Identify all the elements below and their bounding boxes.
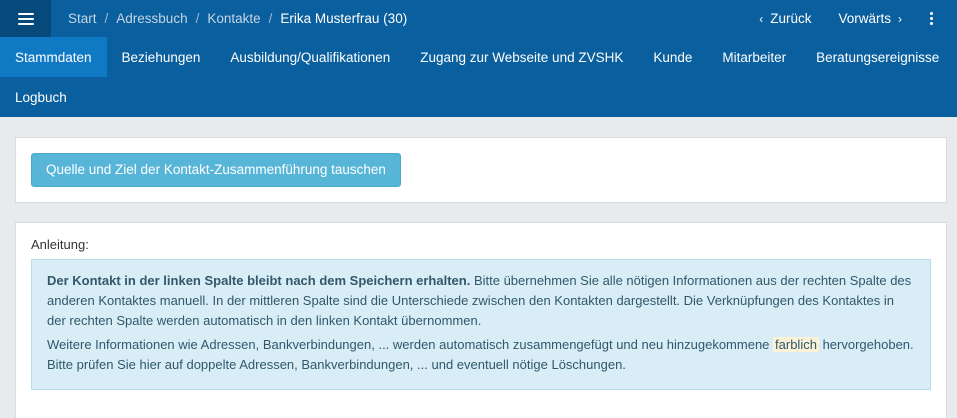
breadcrumb-start[interactable]: Start	[68, 11, 97, 26]
chevron-left-icon: ‹	[759, 11, 764, 26]
tab-logbuch[interactable]: Logbuch	[0, 77, 82, 117]
tab-zugang-webseite[interactable]: Zugang zur Webseite und ZVSHK	[405, 37, 638, 77]
breadcrumb-separator: /	[195, 11, 200, 26]
chevron-right-icon: ›	[898, 11, 902, 26]
hamburger-menu-icon	[17, 12, 34, 25]
instructions-paragraph-2: Weitere Informationen wie Adressen, Bank…	[47, 335, 915, 375]
breadcrumb-adressbuch[interactable]: Adressbuch	[116, 11, 187, 26]
tab-beratungsereignisse[interactable]: Beratungsereignisse	[801, 37, 954, 77]
back-button[interactable]: ‹ Zurück	[759, 11, 811, 26]
menu-button[interactable]	[0, 0, 51, 37]
swap-source-target-button[interactable]: Quelle und Ziel der Kontakt-Zusammenführ…	[31, 153, 401, 187]
breadcrumb-kontakte[interactable]: Kontakte	[207, 11, 260, 26]
more-options-button[interactable]	[924, 12, 938, 25]
tab-ausbildung[interactable]: Ausbildung/Qualifikationen	[215, 37, 405, 77]
kebab-vertical-icon	[929, 12, 933, 15]
tab-kunde[interactable]: Kunde	[638, 37, 707, 77]
breadcrumb-current: Erika Musterfrau (30)	[280, 11, 408, 26]
tab-mitarbeiter[interactable]: Mitarbeiter	[707, 37, 801, 77]
instructions-paragraph-1: Der Kontakt in der linken Spalte bleibt …	[47, 271, 915, 331]
top-bar: Start / Adressbuch / Kontakte / Erika Mu…	[0, 0, 957, 37]
back-label: Zurück	[770, 11, 812, 26]
instructions-alert: Der Kontakt in der linken Spalte bleibt …	[31, 259, 931, 390]
tab-bar: Stammdaten Beziehungen Ausbildung/Qualif…	[0, 37, 957, 117]
instructions-text-2a: Weitere Informationen wie Adressen, Bank…	[47, 337, 774, 352]
instructions-label: Anleitung:	[31, 237, 89, 252]
tab-stammdaten[interactable]: Stammdaten	[0, 37, 107, 77]
breadcrumb: Start / Adressbuch / Kontakte / Erika Mu…	[68, 11, 407, 26]
breadcrumb-separator: /	[268, 11, 273, 26]
swap-panel: Quelle und Ziel der Kontakt-Zusammenführ…	[15, 137, 947, 203]
main-content: Quelle und Ziel der Kontakt-Zusammenführ…	[0, 117, 957, 418]
breadcrumb-separator: /	[104, 11, 109, 26]
tab-beziehungen[interactable]: Beziehungen	[107, 37, 216, 77]
forward-button[interactable]: Vorwärts ›	[838, 11, 902, 26]
instructions-panel: Anleitung: Der Kontakt in der linken Spa…	[15, 222, 947, 418]
highlight-sample: farblich	[773, 337, 819, 352]
forward-label: Vorwärts	[838, 11, 891, 26]
instructions-bold: Der Kontakt in der linken Spalte bleibt …	[47, 273, 471, 288]
